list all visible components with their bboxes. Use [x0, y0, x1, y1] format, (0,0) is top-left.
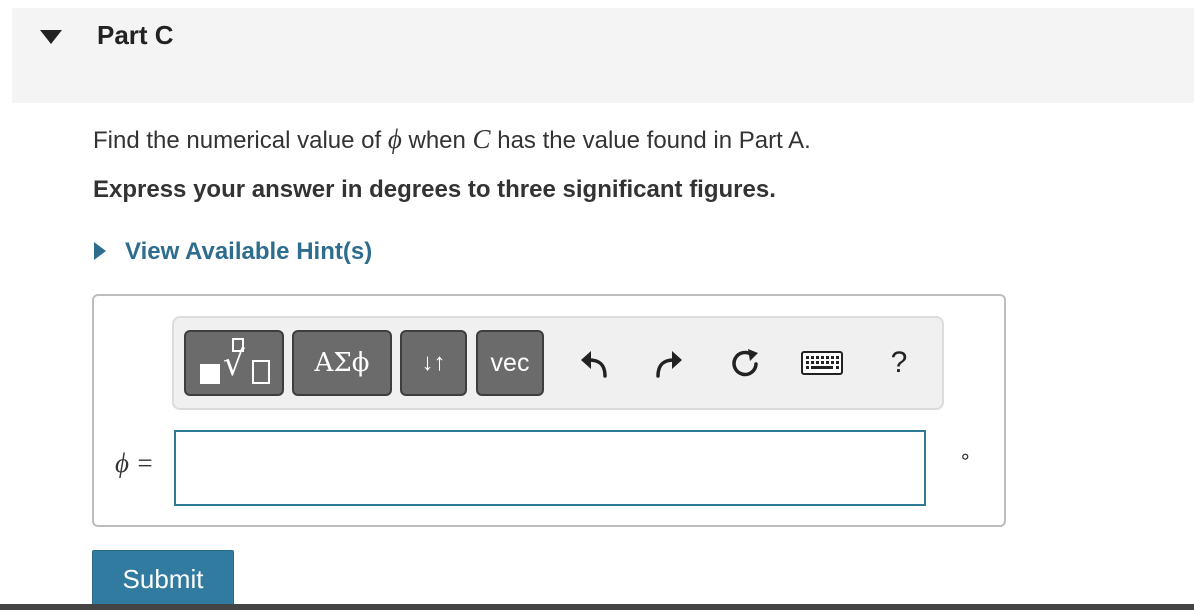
keyboard-icon[interactable] [801, 346, 843, 380]
c-symbol: C [472, 124, 491, 154]
question-text: Find the numerical value of ϕ when C has… [93, 124, 811, 155]
answer-variable-label: ϕ = [115, 448, 154, 479]
greek-symbols-button[interactable]: ΑΣϕ [292, 330, 392, 396]
templates-button[interactable]: √ [184, 330, 284, 396]
undo-icon[interactable] [577, 346, 611, 380]
answer-variable-symbol: ϕ = [115, 448, 154, 478]
phi-symbol: ϕ [387, 124, 402, 154]
vector-button[interactable]: vec [476, 330, 544, 396]
help-icon[interactable]: ? [882, 346, 916, 380]
collapse-caret-icon[interactable] [40, 30, 62, 44]
subscript-superscript-button[interactable]: ↓↑ [400, 330, 467, 396]
question-text-mid: when [401, 127, 473, 154]
redo-icon[interactable] [652, 346, 686, 380]
submit-button[interactable]: Submit [92, 550, 234, 608]
hint-caret-icon[interactable] [94, 242, 106, 260]
part-title: Part C [97, 20, 174, 50]
answer-instruction: Express your answer in degrees to three … [93, 176, 776, 203]
bottom-divider [0, 604, 1194, 610]
part-header[interactable] [12, 8, 1194, 103]
view-hints-link[interactable]: View Available Hint(s) [125, 238, 372, 266]
question-text-before: Find the numerical value of [93, 127, 388, 154]
degree-unit-symbol: ∘ [959, 446, 972, 468]
question-text-after: has the value found in Part A. [490, 127, 811, 154]
answer-input[interactable] [174, 430, 926, 506]
reset-icon[interactable] [728, 346, 762, 380]
